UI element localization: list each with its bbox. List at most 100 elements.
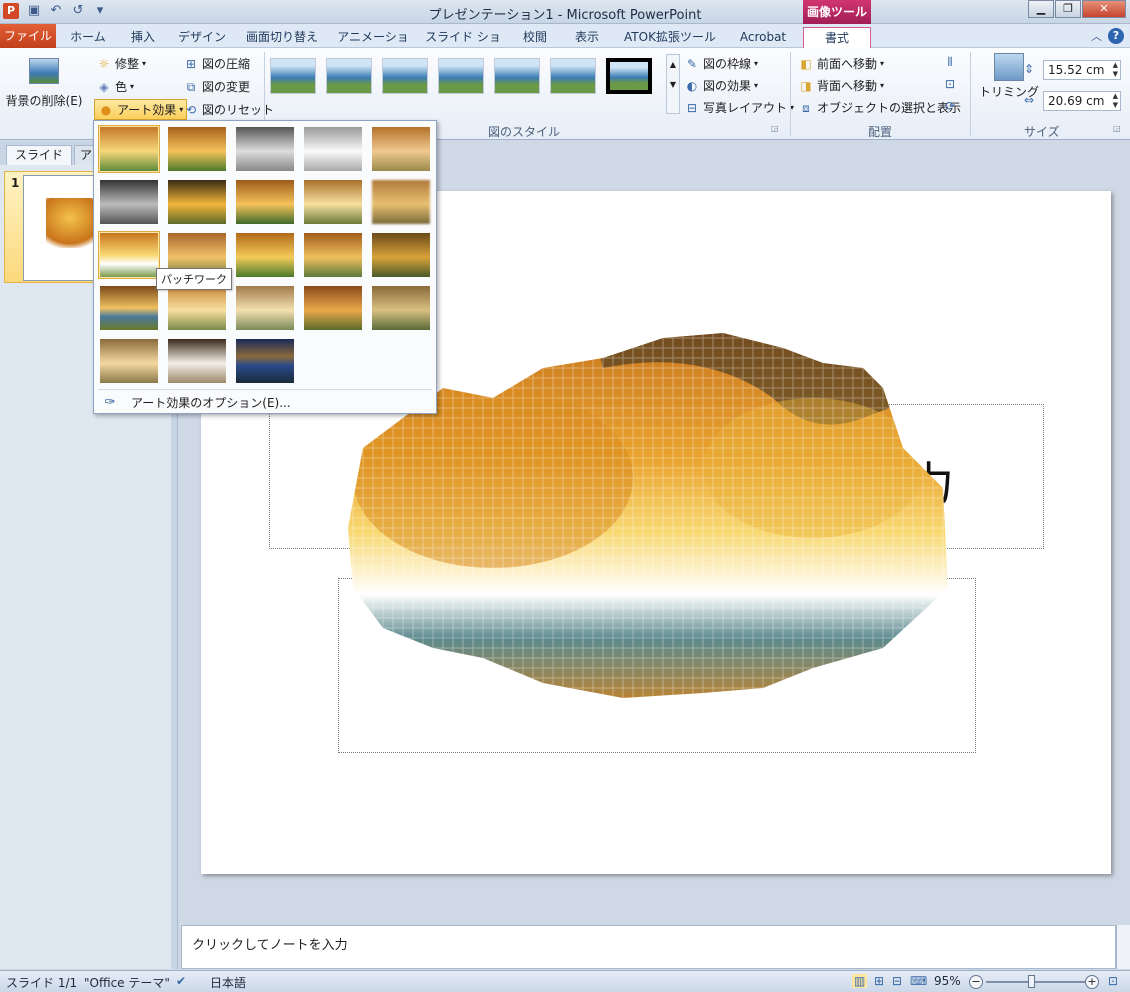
minimize-ribbon-icon[interactable]: ︿ [1091, 28, 1102, 44]
picture-layout-button[interactable]: ⊟ 写真レイアウト ▾ [684, 99, 794, 116]
tab-review[interactable]: 校閲 [514, 27, 556, 48]
picture-style-6[interactable] [550, 58, 596, 94]
help-icon[interactable]: ? [1108, 28, 1124, 44]
corrections-button[interactable]: ☼ 修整 ▾ [96, 55, 146, 72]
picture-style-5[interactable] [494, 58, 540, 94]
zoom-slider-thumb[interactable] [1028, 975, 1035, 988]
picture-style-7[interactable] [606, 58, 652, 94]
effect-none[interactable] [98, 125, 160, 173]
picture-layout-icon: ⊟ [686, 100, 698, 115]
effect-film-grain[interactable] [302, 284, 364, 332]
color-button[interactable]: ◈ 色 ▾ [96, 78, 134, 95]
compress-pictures-button[interactable]: ⊞ 図の圧縮 [183, 55, 250, 72]
close-button[interactable]: ✕ [1082, 0, 1126, 18]
picture-style-2[interactable] [326, 58, 372, 94]
effect-patchwork[interactable] [98, 231, 160, 279]
zoom-in-icon[interactable]: + [1085, 975, 1099, 989]
slide-number: 1 [11, 176, 20, 190]
tab-home[interactable]: ホーム [64, 27, 112, 48]
tab-atok[interactable]: ATOK拡張ツール [618, 27, 722, 48]
notes-scrollbar[interactable] [1116, 925, 1130, 969]
height-spinner[interactable]: ▲ ▼ [1113, 61, 1118, 79]
gallery-scroll[interactable]: ▲ ▼ [666, 54, 680, 114]
selection-pane-label: オブジェクトの選択と表示 [817, 101, 962, 115]
picture-styles-launcher-icon[interactable]: ◲ [771, 124, 779, 133]
effect-texturizer[interactable] [234, 231, 296, 279]
picture-style-1[interactable] [270, 58, 316, 94]
effect-cutout-2[interactable] [98, 337, 160, 385]
tab-slides[interactable]: スライド [6, 145, 72, 165]
rotate-icon[interactable]: ⟳ [942, 99, 958, 113]
height-field[interactable]: 15.52 cm ▲ ▼ [1043, 60, 1121, 80]
width-value: 20.69 cm [1048, 94, 1105, 108]
effect-plastic-wrap[interactable] [98, 284, 160, 332]
bring-forward-label: 前面へ移動 [817, 57, 878, 71]
reading-view-icon[interactable]: ⊟ [892, 974, 902, 988]
size-launcher-icon[interactable]: ◲ [1113, 124, 1121, 133]
separator [790, 52, 791, 136]
tab-insert[interactable]: 挿入 [122, 27, 164, 48]
maximize-button[interactable]: ❐ [1055, 0, 1081, 18]
compress-label: 図の圧縮 [202, 57, 251, 71]
group-icon[interactable]: ⊡ [942, 77, 958, 91]
effect-crisscross-etching[interactable] [302, 231, 364, 279]
notes-pane[interactable]: クリックしてノートを入力 [181, 925, 1116, 969]
tab-design[interactable]: デザイン [174, 27, 230, 48]
effect-glow-diffused[interactable] [166, 284, 228, 332]
bring-forward-button[interactable]: ◧ 前面へ移動 ▾ [798, 55, 884, 72]
tab-transitions[interactable]: 画面切り替え [240, 27, 324, 48]
slideshow-view-icon[interactable]: ⌨ [910, 974, 927, 988]
spellcheck-icon[interactable]: ✔ [176, 974, 186, 988]
effect-outline[interactable] [234, 337, 296, 385]
change-picture-button[interactable]: ⧉ 図の変更 [183, 78, 250, 95]
artistic-effects-options[interactable]: ✑ アート効果のオプション(E)... [98, 391, 432, 413]
artistic-effects-button[interactable]: ● アート効果 ▾ [94, 99, 188, 120]
zoom-slider[interactable] [986, 981, 1090, 983]
picture-effects-button[interactable]: ◐ 図の効果 ▾ [684, 77, 758, 94]
effect-chalk-sketch[interactable] [370, 125, 432, 173]
tab-view[interactable]: 表示 [566, 27, 608, 48]
fit-to-window-icon[interactable]: ⊡ [1108, 974, 1118, 988]
tab-format[interactable]: 書式 [803, 27, 871, 48]
width-field[interactable]: 20.69 cm ▲ ▼ [1043, 91, 1121, 111]
zoom-out-icon[interactable]: − [969, 975, 983, 989]
tab-file[interactable]: ファイル [0, 24, 56, 48]
color-icon: ◈ [99, 79, 109, 94]
send-backward-button[interactable]: ◨ 背面へ移動 ▾ [798, 77, 884, 94]
selection-pane-button[interactable]: ⧈ オブジェクトの選択と表示 [798, 99, 961, 116]
effect-cutout[interactable] [234, 284, 296, 332]
tab-slideshow[interactable]: スライド ショー [422, 27, 504, 64]
picture-style-3[interactable] [382, 58, 428, 94]
effect-paint-brush[interactable] [166, 178, 228, 226]
effect-marker[interactable] [166, 125, 228, 173]
picture-style-4[interactable] [438, 58, 484, 94]
width-spinner[interactable]: ▲ ▼ [1113, 92, 1118, 110]
tab-animations[interactable]: アニメーション [334, 27, 412, 64]
effect-blur[interactable] [370, 178, 432, 226]
tab-acrobat[interactable]: Acrobat [732, 27, 794, 48]
effect-line-drawing[interactable] [302, 125, 364, 173]
remove-background-button[interactable]: 背景の削除(E) [5, 58, 83, 109]
corrections-label: 修整 [115, 57, 140, 71]
align-icon[interactable]: ⫴ [942, 55, 958, 69]
separator [970, 52, 971, 136]
minimize-button[interactable]: ▁ [1028, 0, 1054, 18]
language[interactable]: 日本語 [210, 974, 246, 991]
artistic-options-label: アート効果のオプション(E)... [131, 395, 291, 410]
effect-pastels-smooth[interactable] [302, 178, 364, 226]
zoom-level[interactable]: 95% [934, 974, 961, 988]
reset-picture-button[interactable]: ⟲ 図のリセット [183, 101, 274, 118]
effect-photocopy[interactable] [370, 284, 432, 332]
picture-border-button[interactable]: ✎ 図の枠線 ▾ [684, 55, 758, 72]
effect-glow-edges[interactable] [234, 178, 296, 226]
effect-paint-strokes[interactable] [98, 178, 160, 226]
ribbon-tabs: ファイル ホーム 挿入 デザイン 画面切り替え アニメーション スライド ショー… [0, 24, 1130, 64]
effect-pencil-grayscale[interactable] [234, 125, 296, 173]
theme-name[interactable]: "Office テーマ" [84, 974, 170, 991]
change-picture-icon: ⧉ [186, 79, 196, 94]
normal-view-icon[interactable]: ▥ [852, 974, 868, 988]
patchwork-tooltip: パッチワーク [156, 268, 232, 290]
effect-mosaic-bubbles[interactable] [166, 337, 228, 385]
slide-sorter-icon[interactable]: ⊞ [874, 974, 884, 988]
effect-pastel[interactable] [370, 231, 432, 279]
